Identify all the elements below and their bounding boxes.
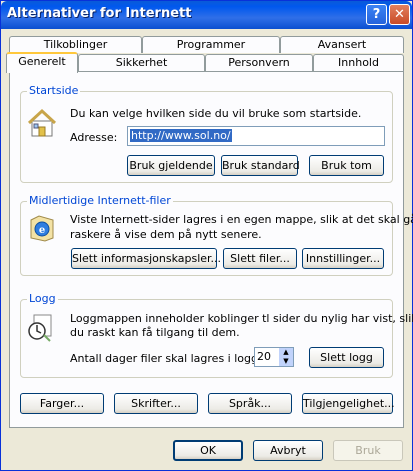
days-label: Antall dager filer skal lagres i logger: bbox=[70, 352, 273, 365]
apply-button[interactable]: Bruk bbox=[333, 440, 403, 461]
temp-files-group: Midlertidige Internett-filer e Viste Int… bbox=[20, 194, 413, 276]
close-button[interactable]: ✕ bbox=[389, 4, 410, 25]
ok-button[interactable]: OK bbox=[173, 440, 243, 461]
general-tab-panel: Startside Du kan velge hvilken side du v… bbox=[9, 71, 413, 428]
settings-button[interactable]: Innstillinger... bbox=[302, 248, 384, 269]
history-title: Logg bbox=[27, 292, 58, 305]
days-spinner[interactable]: 20 ▲ ▼ bbox=[254, 347, 294, 367]
temp-files-line2: raskere å vise dem på nytt senere. bbox=[70, 228, 262, 241]
tab-avansert[interactable]: Avansert bbox=[280, 36, 404, 53]
help-button[interactable]: ? bbox=[366, 4, 387, 25]
delete-files-button[interactable]: Slett filer... bbox=[223, 248, 297, 269]
tab-generelt[interactable]: Generelt bbox=[6, 52, 78, 73]
address-input[interactable]: http://www.sol.no/ bbox=[127, 126, 385, 146]
accessibility-button[interactable]: Tilgjengelighet... bbox=[302, 393, 395, 414]
svg-text:e: e bbox=[39, 225, 45, 236]
tab-personvern[interactable]: Personvern bbox=[205, 54, 313, 71]
spin-down-icon[interactable]: ▼ bbox=[279, 357, 293, 366]
history-line2: du raskt kan få tilgang til dem. bbox=[70, 326, 240, 339]
use-default-button[interactable]: Bruk standard bbox=[221, 155, 300, 176]
temp-files-title: Midlertidige Internett-filer bbox=[27, 194, 173, 207]
use-current-button[interactable]: Bruk gjeldende bbox=[127, 155, 215, 176]
tab-innhold[interactable]: Innhold bbox=[313, 54, 404, 71]
cancel-button[interactable]: Avbryt bbox=[253, 440, 323, 461]
clear-history-button[interactable]: Slett logg bbox=[309, 347, 384, 368]
window-title: Alternativer for Internett bbox=[7, 6, 192, 21]
address-value: http://www.sol.no/ bbox=[130, 129, 232, 142]
use-blank-button[interactable]: Bruk tom bbox=[309, 155, 384, 176]
startside-title: Startside bbox=[27, 84, 81, 97]
internet-explorer-page-icon: e bbox=[30, 215, 54, 242]
temp-files-line1: Viste Internett-sider lagres i en egen m… bbox=[70, 213, 413, 226]
tab-tilkoblinger[interactable]: Tilkoblinger bbox=[9, 36, 142, 53]
colors-button[interactable]: Farger... bbox=[20, 393, 104, 414]
tab-sikkerhet[interactable]: Sikkerhet bbox=[78, 54, 205, 71]
internet-options-window: Alternativer for Internett ? ✕ Tilkoblin… bbox=[0, 0, 413, 471]
languages-button[interactable]: Språk... bbox=[208, 393, 292, 414]
startside-description: Du kan velge hvilken side du vil bruke s… bbox=[70, 107, 362, 120]
home-page-icon bbox=[27, 108, 57, 137]
history-group: Logg Loggmappen inneholder koblinger tl … bbox=[20, 292, 413, 378]
spin-up-icon[interactable]: ▲ bbox=[279, 348, 293, 357]
days-value: 20 bbox=[257, 350, 271, 363]
history-line1: Loggmappen inneholder koblinger tl sider… bbox=[70, 312, 413, 325]
delete-cookies-button[interactable]: Slett informasjonskapsler... bbox=[71, 248, 221, 269]
title-bar[interactable]: Alternativer for Internett ? ✕ bbox=[1, 1, 412, 29]
history-clock-icon bbox=[28, 314, 52, 342]
fonts-button[interactable]: Skrifter... bbox=[114, 393, 198, 414]
startside-group: Startside Du kan velge hvilken side du v… bbox=[20, 84, 393, 183]
tab-programmer[interactable]: Programmer bbox=[142, 36, 280, 53]
address-label: Adresse: bbox=[70, 131, 118, 144]
